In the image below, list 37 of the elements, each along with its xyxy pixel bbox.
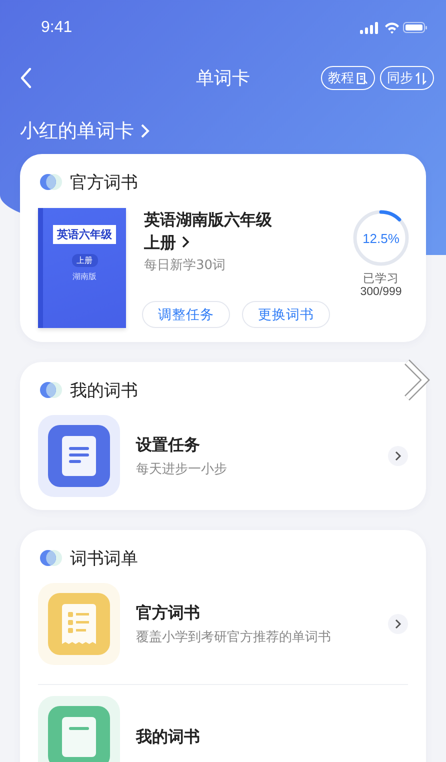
chevron-icon[interactable] [388,446,408,466]
progress-count: 300/999 [360,286,402,298]
adjust-task-button[interactable]: 调整任务 [142,301,230,328]
cover-title: 英语六年级 [53,225,116,244]
item-icon[interactable] [38,415,120,497]
wifi-icon [385,22,399,34]
signal-icon [360,22,378,34]
cover-badge: 上册 [72,254,98,267]
item-icon[interactable] [38,696,120,762]
section-icon [38,172,64,192]
item-title[interactable]: 我的词书 [136,726,408,748]
section-icon [38,380,64,400]
page-heading[interactable]: 小红的单词卡 [20,118,134,144]
chevron-icon[interactable] [181,235,190,249]
back-icon[interactable] [20,67,32,89]
cover-edition: 湖南版 [72,271,96,282]
item-title[interactable]: 设置任务 [136,434,388,456]
book-cover[interactable]: 英语六年级 上册 湖南版 [38,208,126,328]
page-title: 单词卡 [195,67,251,90]
change-book-button[interactable]: 更换词书 [242,301,330,328]
section-title: 我的词书 [70,380,138,402]
section-title: 官方词书 [70,172,138,194]
item-subtitle: 每天进步一小步 [136,460,228,478]
section-title: 词书词单 [70,548,138,570]
sync-icon [415,72,427,84]
progress-percent: 12.5% [362,230,400,246]
status-time: 9:41 [41,19,72,37]
book-icon [356,72,368,84]
chevron-icon[interactable] [388,614,408,634]
section-icon [38,548,64,568]
book-title[interactable]: 英语湖南版六年级上册 [144,208,280,254]
book-subtitle: 每日新学30词 [144,257,227,274]
item-title[interactable]: 官方词书 [136,602,388,624]
battery-icon [403,22,427,33]
progress-label: 已学习 [363,271,399,286]
item-subtitle: 覆盖小学到考研官方推荐的单词书 [136,628,332,646]
progress-ring [351,208,411,268]
